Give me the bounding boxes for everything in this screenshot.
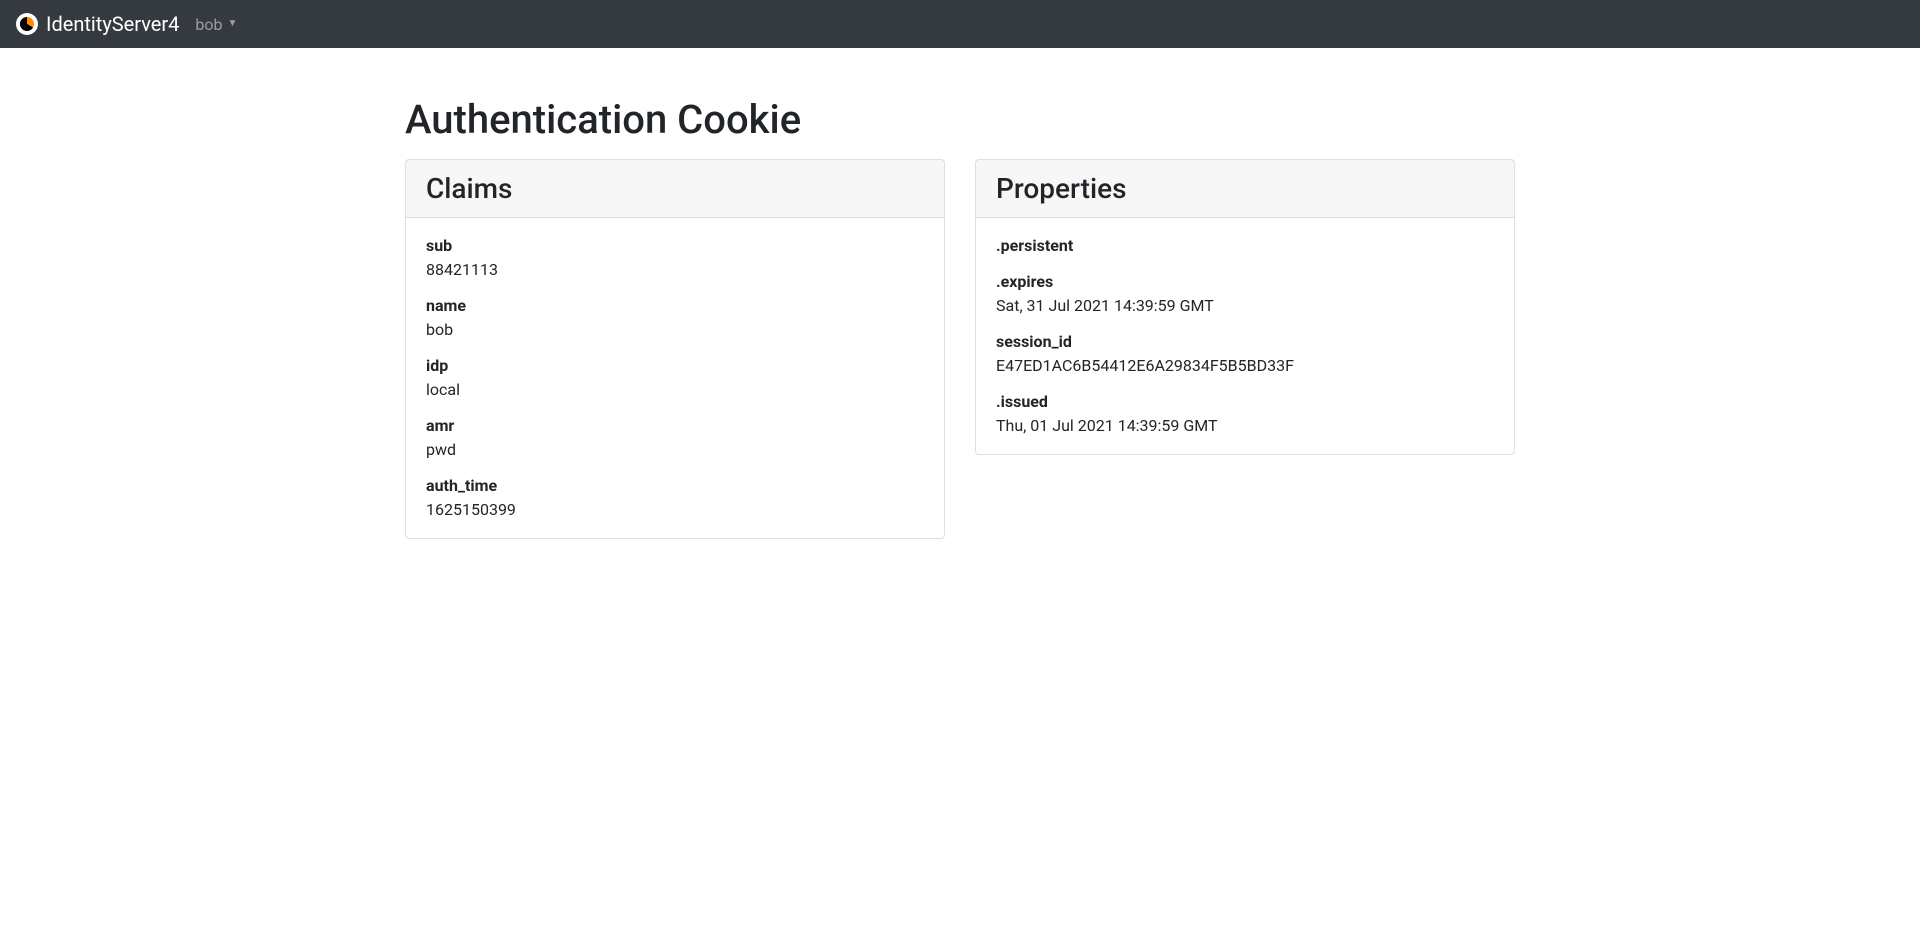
claims-card-header: Claims — [406, 160, 944, 218]
claim-value: pwd — [426, 438, 924, 462]
property-value: E47ED1AC6B54412E6A29834F5B5BD33F — [996, 354, 1494, 378]
properties-list: .persistent .expires Sat, 31 Jul 2021 14… — [996, 234, 1494, 438]
claim-value: 88421113 — [426, 258, 924, 282]
navbar-user-dropdown[interactable]: bob ▼ — [195, 15, 237, 34]
navbar-brand-link[interactable]: IdentityServer4 — [16, 12, 179, 36]
identityserver-logo-icon — [16, 13, 38, 35]
properties-heading: Properties — [996, 172, 1494, 205]
property-value: Thu, 01 Jul 2021 14:39:59 GMT — [996, 414, 1494, 438]
properties-card: Properties .persistent .expires Sat, 31 … — [975, 159, 1515, 455]
claims-card: Claims sub 88421113 name bob idp local a… — [405, 159, 945, 539]
claim-value: local — [426, 378, 924, 402]
claim-value: bob — [426, 318, 924, 342]
claims-heading: Claims — [426, 172, 924, 205]
property-key: .persistent — [996, 234, 1494, 258]
claim-key: name — [426, 294, 924, 318]
properties-card-header: Properties — [976, 160, 1514, 218]
property-key: .issued — [996, 390, 1494, 414]
claim-key: sub — [426, 234, 924, 258]
claims-list: sub 88421113 name bob idp local amr pwd … — [426, 234, 924, 522]
chevron-down-icon: ▼ — [228, 19, 238, 29]
navbar: IdentityServer4 bob ▼ — [0, 0, 1920, 48]
property-key: .expires — [996, 270, 1494, 294]
claim-key: amr — [426, 414, 924, 438]
navbar-user-name: bob — [195, 15, 222, 34]
property-value: Sat, 31 Jul 2021 14:39:59 GMT — [996, 294, 1494, 318]
navbar-brand-text: IdentityServer4 — [46, 12, 179, 36]
page-title: Authentication Cookie — [405, 96, 1515, 143]
claim-key: auth_time — [426, 474, 924, 498]
claim-key: idp — [426, 354, 924, 378]
property-key: session_id — [996, 330, 1494, 354]
claim-value: 1625150399 — [426, 498, 924, 522]
